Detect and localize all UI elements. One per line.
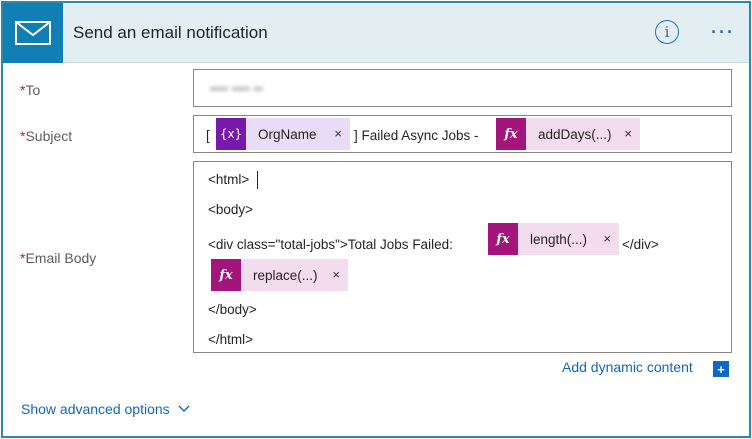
subject-prefix: [ [206, 128, 210, 143]
show-advanced-options-label: Show advanced options [21, 401, 170, 417]
add-dynamic-content-link[interactable]: Add dynamic content [562, 359, 693, 375]
body-line: <div class="total-jobs">Total Jobs Faile… [208, 237, 453, 252]
token-label: OrgName [258, 126, 317, 142]
token-length[interactable]: fx length(...) × [488, 223, 619, 255]
to-value: •••• •••• •• [210, 81, 263, 96]
mail-icon [3, 3, 63, 63]
expression-icon: fx [211, 259, 241, 291]
token-adddays[interactable]: fx addDays(...) × [496, 118, 640, 150]
remove-token-icon[interactable]: × [332, 267, 340, 282]
body-line: <html> [208, 172, 250, 187]
body-label-text: Email Body [25, 250, 97, 266]
remove-token-icon[interactable]: × [334, 126, 342, 141]
body-line: </body> [208, 302, 257, 317]
action-card: Send an email notification i ··· *To •••… [1, 1, 751, 438]
action-header[interactable]: Send an email notification i ··· [3, 3, 749, 63]
token-replace[interactable]: fx replace(...) × [211, 259, 348, 291]
more-options-icon[interactable]: ··· [708, 21, 738, 43]
remove-token-icon[interactable]: × [624, 126, 632, 141]
to-label: *To [20, 82, 40, 98]
body-label: *Email Body [20, 250, 96, 266]
remove-token-icon[interactable]: × [603, 231, 611, 246]
variable-icon: {x} [216, 118, 246, 150]
body-line: <body> [208, 202, 254, 217]
token-label: length(...) [530, 231, 588, 247]
add-dynamic-content-icon[interactable]: + [713, 361, 729, 377]
text-caret [257, 171, 258, 189]
show-advanced-options-link[interactable]: Show advanced options [21, 401, 190, 417]
chevron-down-icon [178, 405, 190, 412]
info-icon[interactable]: i [655, 20, 679, 44]
token-orgname[interactable]: {x} OrgName × [216, 118, 350, 150]
action-title: Send an email notification [73, 23, 268, 42]
token-label: addDays(...) [538, 126, 612, 142]
subject-label-text: Subject [25, 128, 73, 144]
to-label-text: To [25, 82, 41, 98]
expression-icon: fx [488, 223, 518, 255]
expression-icon: fx [496, 118, 526, 150]
to-field[interactable]: •••• •••• •• [193, 69, 732, 107]
subject-label: *Subject [20, 128, 72, 144]
body-line: </div> [622, 237, 659, 252]
token-label: replace(...) [253, 267, 318, 283]
email-body-field[interactable]: <html> <body> <div class="total-jobs">To… [193, 161, 732, 353]
subject-field[interactable]: [ {x} OrgName × ] Failed Async Jobs - fx… [193, 115, 732, 153]
subject-middle-text: ] Failed Async Jobs - [354, 128, 479, 143]
body-line: </html> [208, 332, 254, 347]
